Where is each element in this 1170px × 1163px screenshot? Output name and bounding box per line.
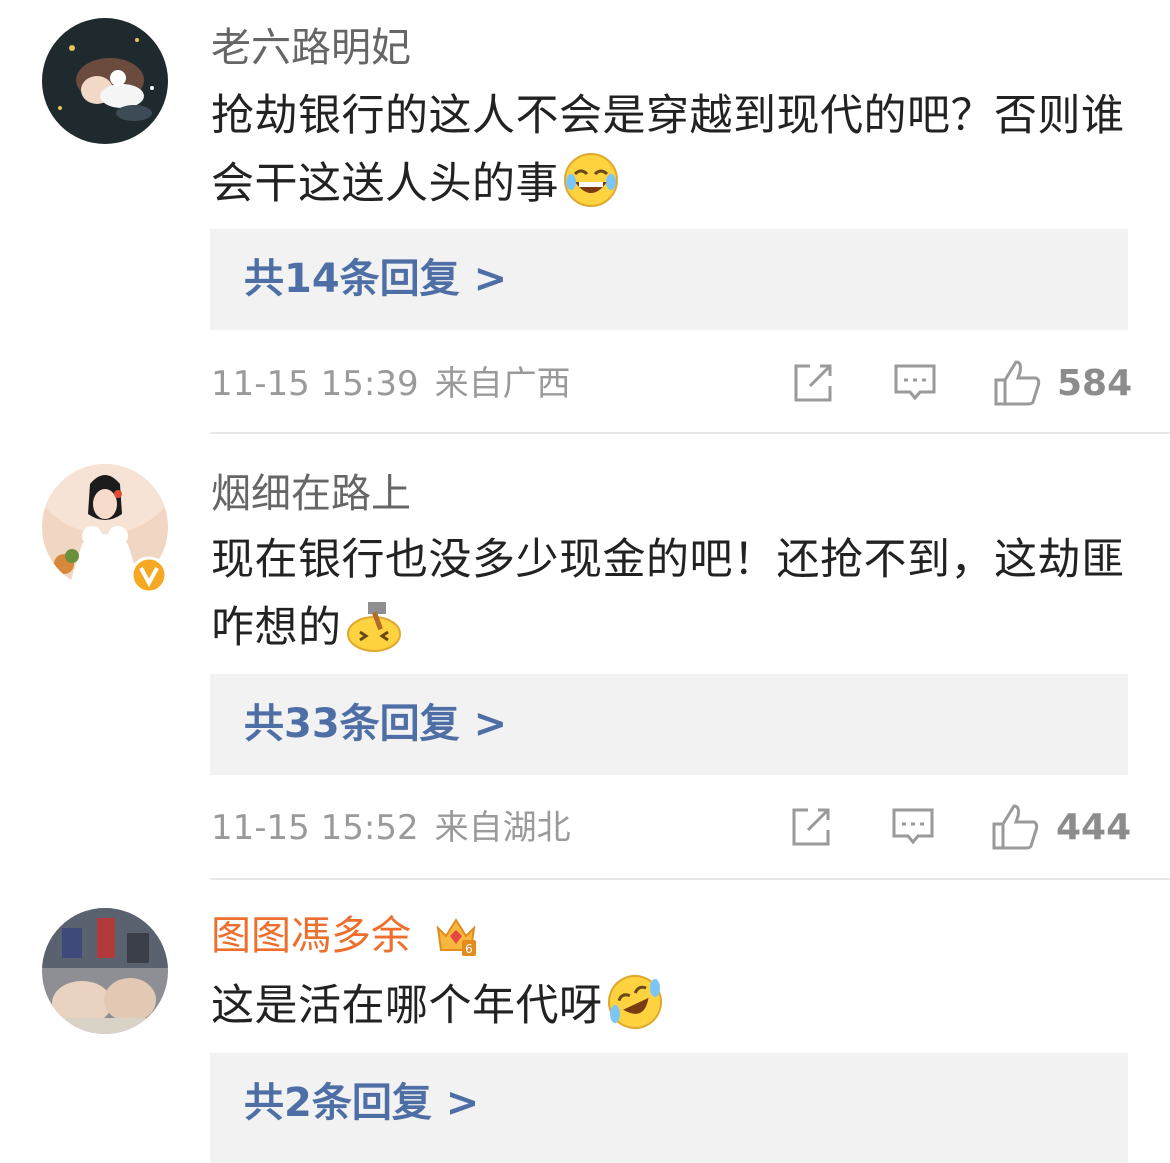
comment-location: 来自湖北 — [434, 808, 571, 848]
like-icon[interactable] — [992, 358, 1042, 408]
username[interactable]: 老六路明妃 — [211, 24, 411, 72]
comment-time: 11-15 15:39 — [211, 364, 419, 404]
reply-box[interactable]: 共2条回复 > — [210, 1053, 1128, 1163]
comment-item: 烟细在路上 现在银行也没多少现金的吧！还抢不到，这劫匪咋想的 共33条回复 > … — [0, 434, 1170, 878]
username[interactable]: 烟细在路上 — [211, 470, 411, 518]
view-replies-link[interactable]: 共14条回复 > — [244, 255, 507, 303]
share-icon[interactable] — [790, 360, 836, 406]
avatar[interactable] — [42, 908, 168, 1034]
avatar[interactable] — [42, 18, 168, 144]
comment-icon[interactable] — [892, 360, 938, 406]
username[interactable]: 图图馮多余 — [211, 912, 411, 960]
comment-text-content: 抢劫银行的这人不会是穿越到现代的吧？否则谁会干这送人头的事 — [211, 91, 1125, 209]
comment-meta: 11-15 15:52 来自湖北 — [211, 808, 571, 848]
share-icon[interactable] — [788, 804, 834, 850]
reply-box[interactable]: 共14条回复 > — [210, 229, 1128, 330]
reply-box[interactable]: 共33条回复 > — [210, 674, 1128, 775]
view-replies-link[interactable]: 共33条回复 > — [244, 700, 507, 748]
comment-location: 来自广西 — [434, 364, 571, 404]
comment-item: 老六路明妃 抢劫银行的这人不会是穿越到现代的吧？否则谁会干这送人头的事 共14条… — [0, 0, 1170, 432]
comment-icon[interactable] — [890, 804, 936, 850]
verified-badge-icon — [130, 556, 168, 594]
comment-meta: 11-15 15:39 来自广西 — [211, 364, 571, 404]
hammer-head-emoji-icon — [346, 596, 402, 652]
like-count: 444 — [1056, 807, 1132, 848]
rofl-emoji-icon — [607, 974, 663, 1030]
view-replies-link[interactable]: 共2条回复 > — [244, 1079, 479, 1127]
comment-time: 11-15 15:52 — [211, 808, 419, 848]
comment-text: 这是活在哪个年代呀 — [211, 972, 1141, 1040]
crown-6-icon: 6 — [434, 914, 478, 958]
comment-text: 抢劫银行的这人不会是穿越到现代的吧？否则谁会干这送人头的事 — [211, 82, 1141, 218]
comment-text: 现在银行也没多少现金的吧！还抢不到，这劫匪咋想的 — [211, 526, 1141, 662]
like-count: 584 — [1057, 363, 1133, 404]
laughing-tears-emoji-icon — [563, 152, 619, 208]
comment-item: 图图馮多余 6 这是活在哪个年代呀 共2条回复 > — [0, 880, 1170, 1163]
comment-text-content: 这是活在哪个年代呀 — [211, 981, 603, 1031]
svg-text:6: 6 — [465, 942, 473, 956]
like-icon[interactable] — [990, 802, 1040, 852]
